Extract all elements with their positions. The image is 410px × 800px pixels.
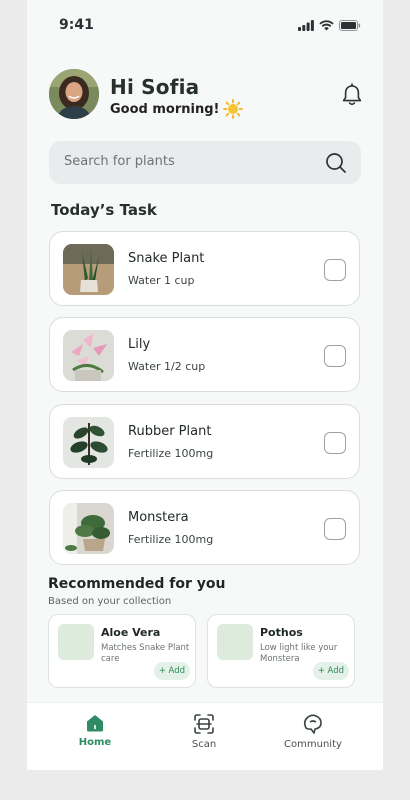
recommended-plant-name: Pothos bbox=[260, 626, 303, 639]
bell-icon[interactable] bbox=[341, 83, 363, 107]
status-time: 9:41 bbox=[59, 17, 94, 33]
task-action: Fertilize 100mg bbox=[128, 533, 214, 546]
avatar[interactable] bbox=[49, 69, 99, 119]
add-button[interactable]: + Add bbox=[312, 662, 349, 680]
tasks-title: Today’s Task bbox=[51, 201, 157, 219]
task-card-monstera[interactable]: Monstera Fertilize 100mg bbox=[49, 490, 360, 565]
battery-icon bbox=[339, 20, 361, 31]
home-icon bbox=[87, 715, 103, 732]
sun-icon bbox=[223, 99, 244, 119]
task-plant-name: Rubber Plant bbox=[128, 424, 212, 439]
search-placeholder: Search for plants bbox=[64, 154, 175, 169]
plant-thumbnail bbox=[58, 624, 94, 660]
task-checkbox[interactable] bbox=[324, 432, 346, 454]
status-bar: 9:41 bbox=[27, 17, 383, 37]
recommended-card-aloe-vera[interactable]: Aloe Vera Matches Snake Plant care + Add bbox=[48, 614, 196, 688]
scan-icon bbox=[194, 714, 214, 734]
nav-home[interactable]: Home bbox=[50, 713, 140, 748]
recommended-card-pothos[interactable]: Pothos Low light like your Monstera + Ad… bbox=[207, 614, 355, 688]
task-card-snake-plant[interactable]: Snake Plant Water 1 cup bbox=[49, 231, 360, 306]
status-icons bbox=[298, 20, 361, 31]
bottom-nav: Home Scan Community bbox=[27, 702, 383, 770]
plant-image bbox=[63, 503, 114, 554]
add-button[interactable]: + Add bbox=[153, 662, 190, 680]
nav-community[interactable]: Community bbox=[268, 713, 358, 750]
task-plant-name: Lily bbox=[128, 337, 151, 352]
chat-icon bbox=[303, 714, 322, 734]
plant-image bbox=[63, 244, 114, 295]
nav-scan[interactable]: Scan bbox=[159, 713, 249, 750]
recommended-title: Recommended for you bbox=[48, 576, 226, 592]
nav-label: Community bbox=[284, 739, 342, 750]
greeting-subtitle: Good morning! bbox=[110, 99, 244, 119]
search-bar[interactable]: Search for plants bbox=[49, 141, 361, 184]
greeting-subtitle-text: Good morning! bbox=[110, 101, 220, 117]
task-action: Water 1/2 cup bbox=[128, 360, 206, 373]
phone-screen: 9:41 Hi Sofia Good morning! Search for p… bbox=[27, 0, 383, 770]
nav-label: Home bbox=[78, 737, 112, 748]
signal-icon bbox=[298, 20, 314, 31]
task-plant-name: Snake Plant bbox=[128, 251, 205, 266]
search-icon[interactable] bbox=[325, 152, 347, 174]
task-action: Fertilize 100mg bbox=[128, 447, 214, 460]
nav-label: Scan bbox=[191, 739, 217, 750]
task-checkbox[interactable] bbox=[324, 259, 346, 281]
wifi-icon bbox=[319, 20, 334, 31]
plant-image bbox=[63, 417, 114, 468]
task-checkbox[interactable] bbox=[324, 345, 346, 367]
task-card-rubber-plant[interactable]: Rubber Plant Fertilize 100mg bbox=[49, 404, 360, 479]
recommended-plant-name: Aloe Vera bbox=[101, 626, 161, 639]
task-action: Water 1 cup bbox=[128, 274, 195, 287]
recommended-subtitle: Based on your collection bbox=[48, 596, 172, 607]
task-checkbox[interactable] bbox=[324, 518, 346, 540]
task-plant-name: Monstera bbox=[128, 510, 189, 525]
task-card-lily[interactable]: Lily Water 1/2 cup bbox=[49, 317, 360, 392]
plant-image bbox=[63, 330, 114, 381]
header: Hi Sofia Good morning! bbox=[49, 69, 363, 121]
greeting-title: Hi Sofia bbox=[110, 75, 200, 99]
greeting-block: Hi Sofia Good morning! bbox=[110, 75, 244, 119]
plant-thumbnail bbox=[217, 624, 253, 660]
